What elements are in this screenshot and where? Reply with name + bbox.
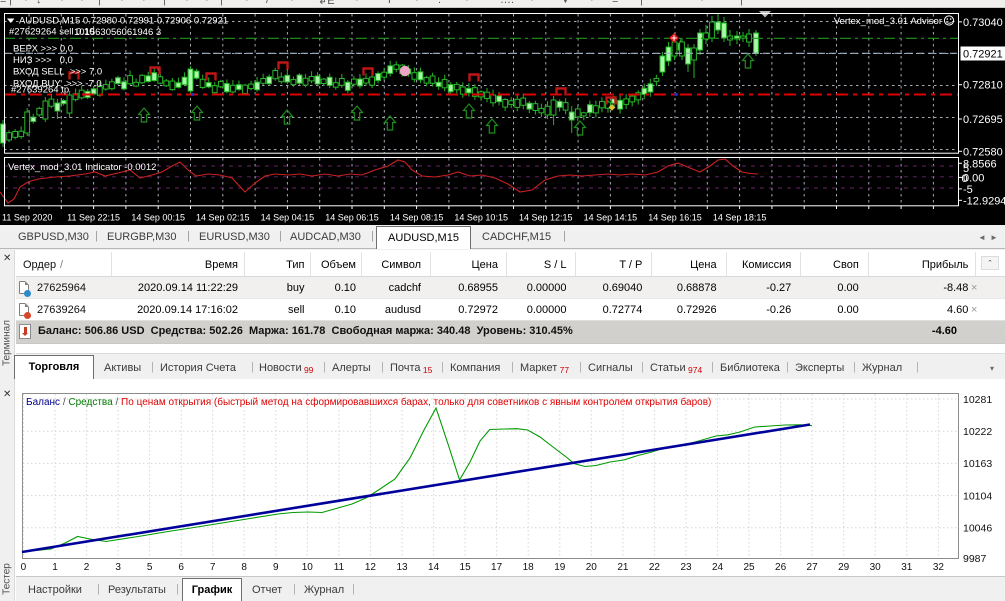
svg-text:14 Sep 18:15: 14 Sep 18:15 (713, 213, 767, 223)
svg-text:14 Sep 16:15: 14 Sep 16:15 (648, 213, 702, 223)
svg-text:25: 25 (743, 562, 755, 573)
svg-text:0.72695: 0.72695 (963, 114, 1003, 126)
svg-text:Vertex_mod_3.01 Advisor: Vertex_mod_3.01 Advisor (834, 16, 942, 27)
svg-text:AUDUSD,M15 0.72980 0.72991 0.7: AUDUSD,M15 0.72980 0.72991 0.72906 0.729… (19, 16, 228, 27)
svg-text:ВХОД SELL >>> 7.0: ВХОД SELL >>> 7.0 (13, 67, 102, 78)
svg-text:-12.9294: -12.9294 (963, 195, 1005, 207)
svg-text:3: 3 (115, 562, 121, 573)
svg-text:17: 17 (491, 562, 503, 573)
svg-text:14: 14 (428, 562, 440, 573)
svg-text:14 Sep 14:15: 14 Sep 14:15 (584, 213, 638, 223)
svg-text:10163: 10163 (963, 458, 992, 470)
svg-text:6: 6 (178, 562, 184, 573)
svg-text:22: 22 (649, 562, 661, 573)
svg-text:Баланс / Средства / По ценам о: Баланс / Средства / По ценам открытия (б… (26, 396, 711, 408)
svg-text:20: 20 (586, 562, 598, 573)
svg-text:10104: 10104 (963, 490, 992, 502)
svg-text:11 Sep 22:15: 11 Sep 22:15 (67, 213, 120, 223)
svg-text:Vertex_mod_3.01 Indicator -0.0: Vertex_mod_3.01 Indicator -0.0012 (8, 162, 156, 173)
svg-text:5: 5 (147, 562, 153, 573)
svg-text:11 Sep 2020: 11 Sep 2020 (2, 213, 52, 223)
svg-text:0.72810: 0.72810 (963, 80, 1003, 92)
svg-text:32: 32 (933, 562, 945, 573)
svg-text:0.72580: 0.72580 (963, 146, 1003, 158)
svg-text:30: 30 (870, 562, 882, 573)
svg-text:23: 23 (680, 562, 692, 573)
svg-text:10: 10 (302, 562, 314, 573)
svg-text:27: 27 (807, 562, 819, 573)
svg-text:14 Sep 02:15: 14 Sep 02:15 (196, 213, 250, 223)
svg-text:11: 11 (334, 562, 345, 573)
svg-text:#27639264 tp: #27639264 tp (11, 85, 69, 96)
svg-text:24: 24 (712, 562, 724, 573)
svg-text:10281: 10281 (963, 394, 992, 406)
svg-text:10222: 10222 (963, 426, 992, 438)
svg-text:14 Sep 06:15: 14 Sep 06:15 (325, 213, 379, 223)
svg-text:14 Sep 10:15: 14 Sep 10:15 (454, 213, 508, 223)
svg-text:10046: 10046 (963, 523, 992, 535)
svg-text:7: 7 (210, 562, 216, 573)
svg-text:0.72921: 0.72921 (963, 49, 1003, 61)
svg-text:-5: -5 (963, 184, 973, 196)
svg-text:21: 21 (617, 562, 629, 573)
svg-text:13: 13 (396, 562, 408, 573)
svg-text:19: 19 (554, 562, 566, 573)
svg-text:ВЕРХ >>> 0,0: ВЕРХ >>> 0,0 (13, 44, 73, 55)
svg-text:12: 12 (365, 562, 377, 573)
svg-text:1: 1 (52, 562, 58, 573)
svg-text:НИЗ >>> 0,0: НИЗ >>> 0,0 (13, 55, 73, 66)
svg-text:14 Sep 00:15: 14 Sep 00:15 (131, 213, 185, 223)
svg-text:31: 31 (901, 562, 913, 573)
svg-text:0: 0 (21, 562, 27, 573)
svg-text:26: 26 (775, 562, 787, 573)
svg-text:18: 18 (523, 562, 535, 573)
svg-text:14 Sep 08:15: 14 Sep 08:15 (390, 213, 444, 223)
svg-text:29: 29 (838, 562, 850, 573)
svg-text:0.73040: 0.73040 (963, 17, 1003, 29)
svg-text:14 Sep 04:15: 14 Sep 04:15 (261, 213, 315, 223)
svg-text:9987: 9987 (963, 553, 987, 565)
svg-text:15: 15 (460, 562, 472, 573)
svg-text:2: 2 (84, 562, 90, 573)
svg-text:9: 9 (273, 562, 279, 573)
svg-text:101563056061946 3: 101563056061946 3 (74, 27, 161, 38)
svg-text:0.00: 0.00 (963, 172, 984, 184)
svg-text:14 Sep 12:15: 14 Sep 12:15 (519, 213, 573, 223)
svg-text:8: 8 (241, 562, 247, 573)
